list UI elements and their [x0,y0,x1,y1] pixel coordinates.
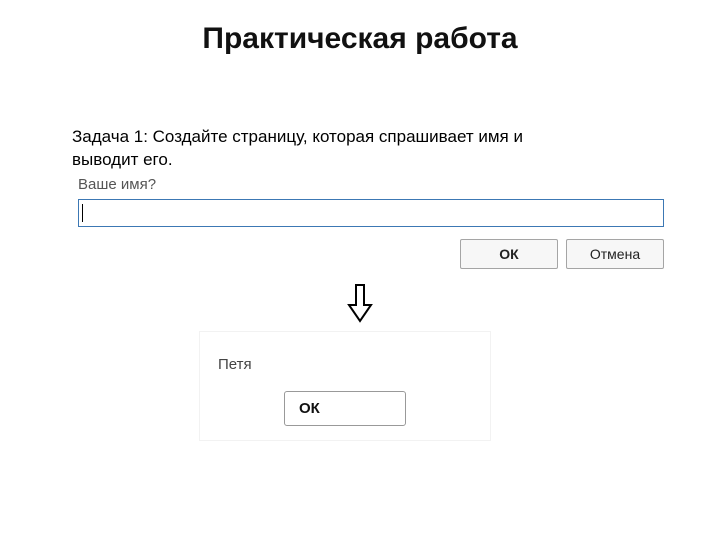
prompt-input[interactable] [78,199,664,227]
down-arrow-icon [347,283,373,323]
alert-ok-button[interactable]: ОК [284,391,406,426]
slide: Практическая работа Задача 1: Создайте с… [0,0,720,540]
prompt-dialog: Ваше имя? ОК Отмена [72,172,670,275]
prompt-button-row: ОК Отмена [72,227,670,275]
task-description: Задача 1: Создайте страницу, которая спр… [72,126,592,172]
prompt-label: Ваше имя? [72,172,670,199]
text-caret [82,204,83,222]
alert-message: Петя [200,332,490,391]
page-title: Практическая работа [0,22,720,56]
prompt-ok-button[interactable]: ОК [460,239,558,269]
prompt-cancel-button[interactable]: Отмена [566,239,664,269]
alert-button-row: ОК [200,391,490,440]
alert-dialog: Петя ОК [200,332,490,440]
